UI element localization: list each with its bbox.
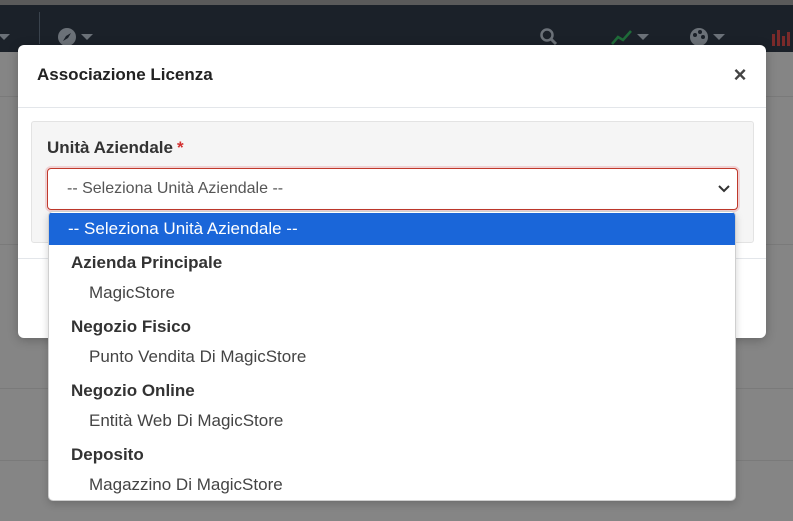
search-icon — [540, 28, 558, 46]
optgroup-label: Deposito — [71, 445, 144, 464]
report-button[interactable] — [771, 27, 791, 47]
optgroup-label: Negozio Fisico — [71, 317, 191, 336]
option-placeholder[interactable]: -- Seleziona Unità Aziendale -- — [49, 213, 735, 245]
select-current-value: -- Seleziona Unità Aziendale -- — [67, 180, 284, 197]
line-chart-icon — [611, 30, 632, 45]
palette-icon — [690, 28, 708, 46]
bar-chart-icon — [772, 30, 790, 46]
required-mark: * — [176, 138, 184, 157]
close-button[interactable]: × — [730, 62, 750, 87]
option-item[interactable]: Entità Web Di MagicStore — [49, 405, 735, 437]
chevron-down-icon — [637, 34, 649, 40]
business-unit-options: -- Seleziona Unità Aziendale -- Azienda … — [48, 211, 736, 501]
topbar-divider — [39, 12, 40, 44]
business-unit-select[interactable]: -- Seleziona Unità Aziendale -- — [47, 168, 738, 210]
left-menu-caret[interactable] — [0, 27, 10, 47]
close-icon: × — [733, 62, 747, 87]
option-item[interactable]: Magazzino Di MagicStore — [49, 469, 735, 500]
chevron-down-icon — [713, 34, 725, 40]
search-button[interactable] — [540, 27, 558, 47]
modal-title: Associazione Licenza — [37, 65, 213, 84]
option-item[interactable]: Punto Vendita Di MagicStore — [49, 341, 735, 373]
chevron-down-icon — [718, 185, 730, 193]
modal-header: Associazione Licenza × — [18, 45, 766, 108]
option-item[interactable]: MagicStore — [49, 277, 735, 309]
compass-menu[interactable] — [57, 27, 93, 47]
top-stripe — [0, 0, 793, 5]
chevron-down-icon — [81, 34, 93, 40]
chevron-down-icon — [0, 34, 10, 40]
palette-menu[interactable] — [689, 27, 725, 47]
business-unit-label-text: Unità Aziendale — [47, 138, 173, 157]
optgroup-label: Azienda Principale — [71, 253, 223, 272]
stats-menu[interactable] — [611, 27, 649, 47]
business-unit-label: Unità Aziendale * — [47, 138, 184, 158]
compass-icon — [58, 28, 76, 46]
optgroup-label: Negozio Online — [71, 381, 195, 400]
